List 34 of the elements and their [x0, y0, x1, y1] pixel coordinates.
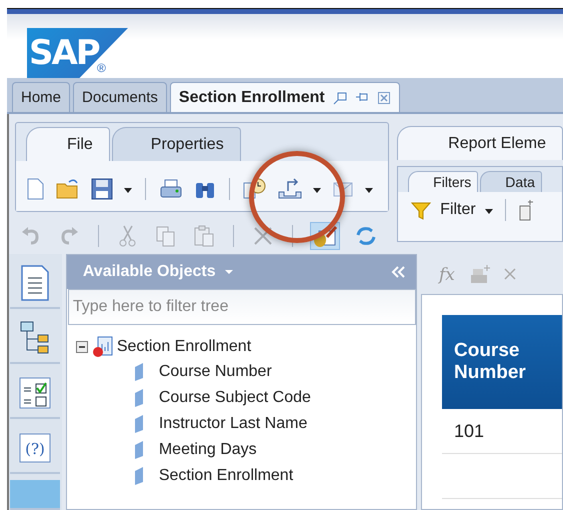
ribbon-tab[interactable]: File	[26, 127, 110, 161]
undock-icon[interactable]	[332, 90, 347, 104]
tree-item[interactable]: Course Number	[158, 363, 272, 381]
tree-item[interactable]: Course Subject Code	[158, 389, 311, 407]
sap-logo: SAP®	[27, 28, 128, 78]
tree-item[interactable]: Section Enrollment	[116, 338, 252, 356]
dimension-icon	[132, 466, 145, 486]
column-header: Course Number	[442, 315, 562, 409]
filter-field[interactable]: Type here to filter tree	[68, 289, 416, 325]
ribbon-subtab[interactable]: Data	[480, 171, 542, 192]
sidebar-button[interactable]: (?)	[10, 424, 60, 474]
clock-document-icon[interactable]	[242, 177, 268, 201]
close-icon[interactable]	[376, 90, 391, 104]
document-tab[interactable]: Documents	[73, 82, 167, 112]
tree-item[interactable]: Meeting Days	[158, 441, 257, 459]
dimension-icon	[132, 388, 145, 408]
refresh-icon[interactable]	[354, 224, 378, 248]
collapse-toggle-icon[interactable]	[74, 340, 89, 354]
dimension-icon	[132, 414, 145, 434]
dimension-icon	[132, 440, 145, 460]
document-tab[interactable]: Section Enrollment	[170, 82, 400, 112]
dimension-icon	[132, 362, 145, 382]
collapse-icon[interactable]	[390, 265, 406, 279]
ribbon-tab[interactable]: Properties	[112, 127, 241, 161]
edit-cell-icon[interactable]	[469, 263, 493, 285]
export-tray-icon[interactable]	[277, 177, 303, 201]
ribbon-subtab[interactable]: Filters	[408, 171, 478, 192]
filter-button[interactable]: Filter	[440, 201, 476, 219]
document-tab[interactable]: Home	[12, 82, 70, 112]
tree-item[interactable]: Instructor Last Name	[158, 415, 308, 433]
tree-item[interactable]: Section Enrollment	[158, 467, 294, 485]
ribbon-tab[interactable]: Report Eleme	[397, 126, 563, 160]
chart-element-icon[interactable]	[516, 198, 535, 222]
universe-icon	[90, 335, 115, 359]
